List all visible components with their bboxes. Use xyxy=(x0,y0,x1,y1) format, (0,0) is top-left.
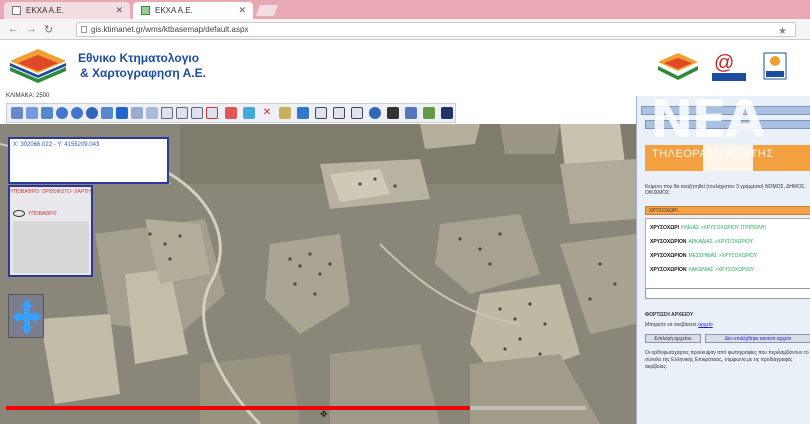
polygon-icon[interactable] xyxy=(161,107,173,119)
page-info-icon[interactable] xyxy=(81,26,87,33)
browser-tab-2[interactable]: ΕΚΧΑ Α.Ε. ✕ xyxy=(133,2,253,19)
result-item[interactable]: ΧΡΥΣΟΧΩΡΙΟΝ ΑΡΚΑΔΙΑΣ >ΧΡΥΣΟΧΩΡΙΟΥ xyxy=(650,239,753,247)
zoom-previous-icon[interactable] xyxy=(101,107,113,119)
new-tab-button[interactable] xyxy=(255,5,279,16)
layers-title: ΥΠΟΒΑΘΡΟ: ΟΡΘΟΦΩΤΟ- ΧΑΡΤΗ xyxy=(10,189,91,195)
site-title-line-1: Εθνικο Κτηματολογιο xyxy=(78,51,200,65)
print-icon[interactable] xyxy=(315,107,327,119)
close-tab-icon[interactable]: ✕ xyxy=(238,5,246,16)
result-item[interactable]: ΧΡΥΣΟΧΩΡΙΟΝ ΜΕΣΣΗΝΙΑΣ >ΧΡΥΣΟΧΩΡΙΟΥ xyxy=(650,253,757,261)
address-bar: ← → ↻ gis.ktimanet.gr/wms/ktbasemap/defa… xyxy=(0,19,810,40)
tab-1-label: ΕΚΧΑ Α.Ε. xyxy=(26,6,64,15)
ktimatologio-logo xyxy=(10,49,66,83)
add-point-icon[interactable] xyxy=(11,107,23,119)
map-toolbar: ✕ xyxy=(6,103,456,123)
upload-title: ΦΟΡΤΩΣΗ ΑΡΧΕΙΟΥ xyxy=(645,312,694,318)
result-detail: ΑΡΚΑΔΙΑΣ >ΧΡΥΣΟΧΩΡΙΟΥ xyxy=(688,239,754,245)
map-view[interactable]: X: 302066.022 - Y: 4155209.043 ΥΠΟΒΑΘΡΟ:… xyxy=(0,124,636,424)
select-icon[interactable] xyxy=(146,107,158,119)
xy-locate-icon[interactable] xyxy=(225,107,237,119)
orthophoto-description: Οι ορθοφωτοχάρτες προέκυψαν από φωτογραφ… xyxy=(645,350,809,370)
visibility-eye-icon[interactable] xyxy=(13,210,25,217)
overview-map[interactable] xyxy=(13,221,89,273)
svg-text:@: @ xyxy=(714,52,734,74)
search-results-list[interactable]: ΧΡΥΣΟΧΩΡΙ ΗΛΕΙΑΣ >ΧΡΥΣΟΧΩΡΙΟΥ (ΤΡΙΠΟΛΗ) Χ… xyxy=(645,218,810,296)
layers-panel: ΥΠΟΒΑΘΡΟ: ΟΡΘΟΦΩΤΟ- ΧΑΡΤΗ ΥΠΟΒΑΘΡΟ xyxy=(8,185,93,277)
result-name: ΧΡΥΣΟΧΩΡΙΟΝ xyxy=(650,267,687,273)
upload-text-prefix: Μπορείτε να ανεβάσετε xyxy=(645,322,697,328)
xy-list-icon[interactable] xyxy=(351,107,363,119)
search-input-value: ΧΡΥΣΟΧΩΡΙ xyxy=(649,208,678,214)
site-header: Εθνικο Κτηματολογιο & Χαρτογραφηση Α.Ε. … xyxy=(0,41,810,93)
url-text: gis.ktimanet.gr/wms/ktbasemap/default.as… xyxy=(91,25,249,34)
forward-icon[interactable]: → xyxy=(26,23,37,35)
url-input[interactable]: gis.ktimanet.gr/wms/ktbasemap/default.as… xyxy=(76,22,796,37)
measure-icon[interactable] xyxy=(131,107,143,119)
layers-icon[interactable] xyxy=(405,107,417,119)
pan-control[interactable] xyxy=(8,294,44,338)
pan-icon[interactable] xyxy=(26,107,38,119)
edit-icon[interactable] xyxy=(279,107,291,119)
scale-label: ΚΛΙΜΑΚΑ: 2500 xyxy=(6,93,50,99)
channel-logo: NEA xyxy=(650,90,765,150)
result-detail: ΜΕΣΣΗΝΙΑΣ >ΧΡΥΣΟΧΩΡΙΟΥ xyxy=(688,253,758,259)
result-item[interactable]: ΧΡΥΣΟΧΩΡΙΟΝ ΛΑΚΩΝΙΑΣ >ΧΡΥΣΟΧΩΡΙΟΥ xyxy=(650,267,754,275)
bookmark-star-icon[interactable]: ★ xyxy=(778,26,787,37)
result-name: ΧΡΥΣΟΧΩΡΙ xyxy=(650,225,679,231)
zoom-out-icon[interactable] xyxy=(71,107,83,119)
help-icon[interactable] xyxy=(441,107,453,119)
draw-polygon-icon[interactable] xyxy=(176,107,188,119)
upload-text: Μπορείτε να ανεβάσετε αρχείο xyxy=(645,322,809,328)
coordinates-box: X: 302066.022 - Y: 4155209.043 xyxy=(8,137,169,184)
result-name: ΧΡΥΣΟΧΩΡΙΟΝ xyxy=(650,253,687,259)
result-name: ΧΡΥΣΟΧΩΡΙΟΝ xyxy=(650,239,687,245)
xy-input-icon[interactable] xyxy=(333,107,345,119)
no-file-chosen-label: Δεν επιλέχθηκε κανένα αρχείο xyxy=(705,334,810,343)
result-item[interactable]: ΧΡΥΣΟΧΩΡΙ ΗΛΕΙΑΣ >ΧΡΥΣΟΧΩΡΙΟΥ (ΤΡΙΠΟΛΗ) xyxy=(650,225,766,233)
browser-tab-1[interactable]: ΕΚΧΑ Α.Ε. ✕ xyxy=(4,2,130,19)
legend-icon[interactable] xyxy=(423,107,435,119)
polyline-icon[interactable] xyxy=(191,107,203,119)
identify-icon[interactable] xyxy=(41,107,53,119)
video-progress-fill xyxy=(6,406,470,410)
results-scrollbar[interactable] xyxy=(645,288,810,299)
cursor-crosshair-icon: ✥ xyxy=(320,409,328,419)
refresh-icon[interactable] xyxy=(297,107,309,119)
delete-icon[interactable]: ✕ xyxy=(261,107,273,119)
zoom-full-icon[interactable] xyxy=(86,107,98,119)
pan-arrows-icon xyxy=(12,299,42,335)
clear-graphics-icon[interactable] xyxy=(243,107,255,119)
reload-icon[interactable]: ↻ xyxy=(44,23,53,36)
close-tab-icon[interactable]: ✕ xyxy=(115,5,123,16)
browser-tab-bar: ΕΚΧΑ Α.Ε. ✕ ΕΚΧΑ Α.Ε. ✕ xyxy=(0,0,810,19)
search-instructions: Κείμενο που θα αναζητηθεί (τουλάχιστον 3… xyxy=(645,184,806,196)
partner-logos: @ xyxy=(658,52,787,81)
upload-file-link[interactable]: αρχείο xyxy=(698,322,712,328)
coordinates-readout: X: 302066.022 - Y: 4155209.043 xyxy=(13,142,100,148)
layer-name: ΥΠΟΒΑΘΡΟ xyxy=(28,211,57,217)
browse-file-button[interactable]: Επιλογή αρχείου xyxy=(645,334,701,343)
draw-line-icon[interactable] xyxy=(206,107,218,119)
zoom-in-icon[interactable] xyxy=(56,107,68,119)
channel-caption: ΤΗΛΕΟΡΑΣΗ ΚΡΗΤΗΣ xyxy=(652,148,774,160)
page-icon xyxy=(12,6,21,15)
tab-2-label: ΕΚΧΑ Α.Ε. xyxy=(155,6,193,15)
result-detail: ΛΑΚΩΝΙΑΣ >ΧΡΥΣΟΧΩΡΙΟΥ xyxy=(688,267,754,273)
page-icon xyxy=(141,6,150,15)
result-detail: ΗΛΕΙΑΣ >ΧΡΥΣΟΧΩΡΙΟΥ (ΤΡΙΠΟΛΗ) xyxy=(680,225,766,231)
zoom-next-icon[interactable] xyxy=(116,107,128,119)
back-icon[interactable]: ← xyxy=(8,23,19,35)
search-icon[interactable] xyxy=(387,107,399,119)
search-input[interactable]: ΧΡΥΣΟΧΩΡΙ xyxy=(645,206,810,215)
info-icon[interactable] xyxy=(369,107,381,119)
site-title-line-2: & Χαρτογραφηση Α.Ε. xyxy=(80,66,206,80)
